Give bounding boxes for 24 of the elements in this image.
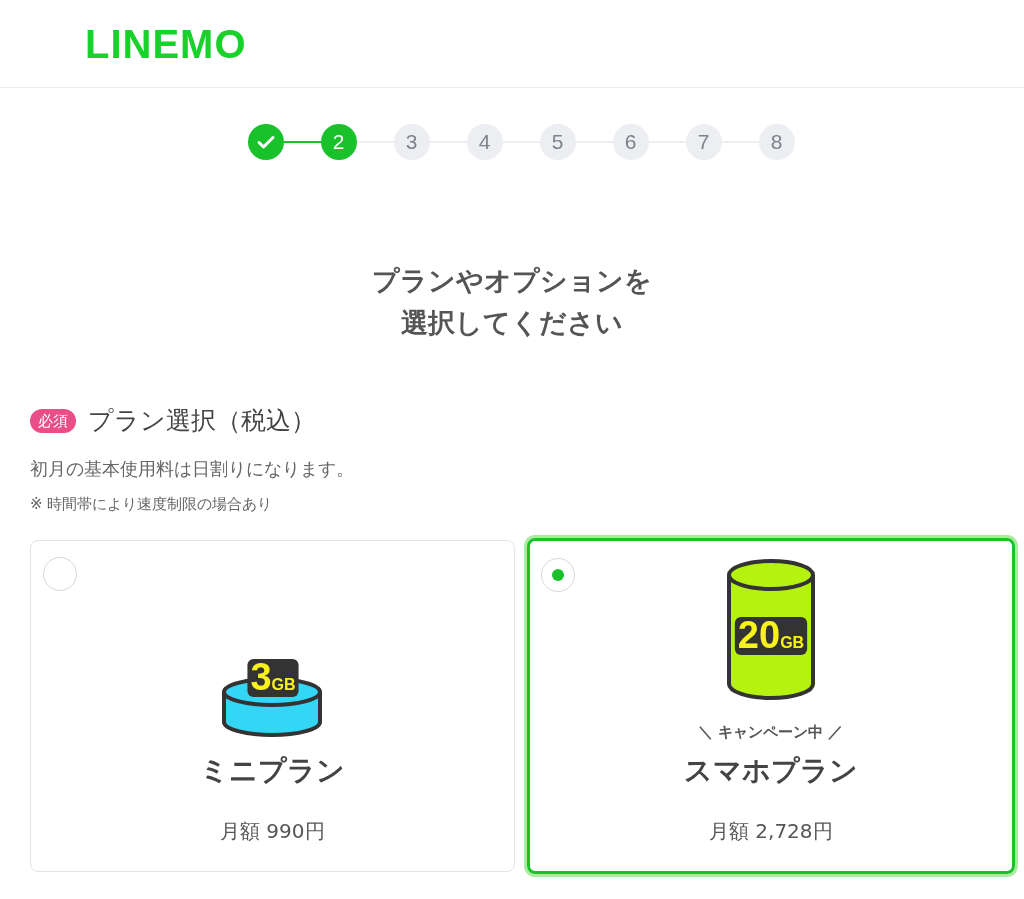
section-heading: プラン選択（税込） (88, 405, 316, 437)
capacity-label: 3GB (247, 656, 299, 698)
plan-card[interactable]: 20GB ＼ キャンペーン中 ／ スマホプラン 月額 2,728円 (526, 538, 1015, 874)
plan-price: 月額 2,728円 (708, 818, 833, 845)
radio-button[interactable] (43, 557, 77, 591)
radio-button[interactable] (540, 558, 575, 592)
plan-name: ミニプラン (199, 753, 345, 789)
plan-card[interactable]: 3GB ミニプラン 月額 990円 (30, 540, 515, 872)
campaign-label: ＼ キャンペーン中 ／ (698, 723, 844, 742)
step-indicator: 3 (393, 124, 430, 160)
step-indicator: 5 (539, 124, 576, 160)
step-indicator: 8 (758, 124, 795, 160)
note-text: 初月の基本使用料は日割りになります。 (30, 457, 355, 481)
step-indicator: 2 (320, 124, 357, 160)
page-title: 選択してください (400, 306, 624, 340)
plan-price: 月額 990円 (220, 818, 325, 845)
step-indicator: 7 (685, 124, 722, 160)
required-badge: 必須 (30, 408, 76, 433)
capacity-label: 20GB (734, 614, 807, 656)
step-indicator: 4 (466, 124, 503, 160)
note-text: ※ 時間帯により速度制限の場合あり (30, 495, 274, 514)
plan-name: スマホプラン (683, 753, 858, 789)
step-indicator: 6 (612, 124, 649, 160)
page-title: プランやオプションを (371, 264, 653, 298)
